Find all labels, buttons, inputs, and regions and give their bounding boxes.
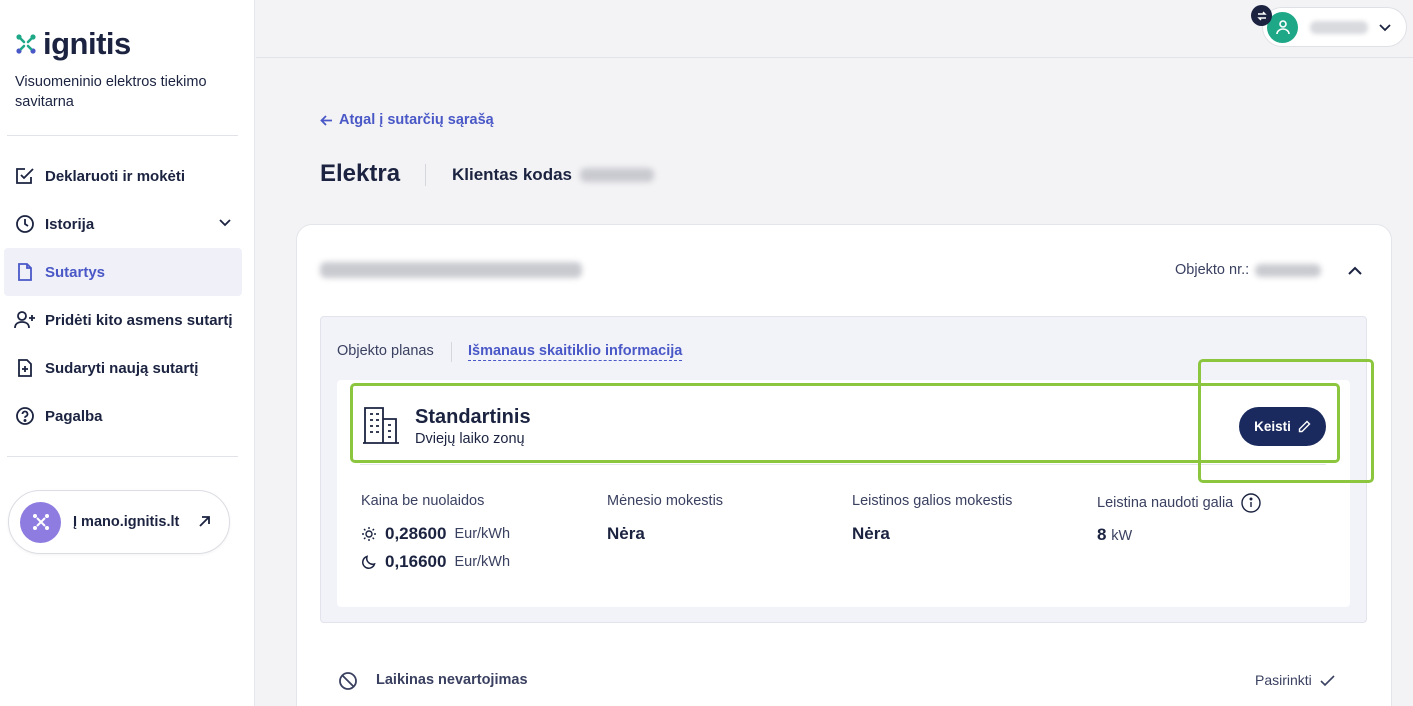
sidebar-item-prideti[interactable]: Pridėti kito asmens sutartį	[4, 296, 242, 344]
suspension-label: Laikinas nevartojimas	[376, 672, 528, 688]
sidebar-item-label: Istorija	[45, 215, 95, 233]
checkbox-edit-icon	[14, 165, 36, 187]
sidebar-item-label: Pridėti kito asmens sutartį	[45, 311, 233, 329]
info-icon[interactable]	[1241, 493, 1261, 513]
topbar	[256, 0, 1413, 58]
page-title: Elektra	[320, 160, 401, 187]
choose-label: Pasirinkti	[1255, 672, 1312, 688]
tab-object-plan[interactable]: Objekto planas	[337, 343, 434, 359]
arrow-left-icon	[320, 114, 332, 126]
sidebar-item-sudaryti[interactable]: Sudaryti naują sutartį	[4, 344, 242, 392]
sidebar-item-label: Pagalba	[45, 407, 103, 425]
user-menu[interactable]	[1262, 7, 1407, 47]
object-number: Objekto nr.:	[1175, 262, 1322, 278]
day-rate: 0,28600 Eur/kWh	[361, 524, 510, 544]
power-fee-value: Nėra	[852, 524, 890, 543]
check-icon	[1320, 674, 1335, 686]
sidebar: ignitis Visuomeninio elektros tiekimo sa…	[0, 0, 255, 706]
add-user-icon	[14, 309, 36, 331]
allowed-power-label: Leistina naudoti galia	[1097, 494, 1234, 511]
client-code-label: Klientas kodas	[452, 165, 572, 184]
chevron-down-icon[interactable]	[218, 215, 232, 229]
choose-suspension-button[interactable]: Pasirinkti	[1255, 672, 1335, 688]
object-address-redacted	[320, 262, 582, 278]
chevron-down-icon	[1379, 24, 1391, 32]
moon-icon	[362, 555, 376, 569]
ignitis-logo-icon	[16, 34, 36, 54]
allowed-power-number: 8	[1097, 525, 1107, 544]
ignitis-mark-icon	[20, 501, 61, 543]
monthly-fee-label: Mėnesio mokestis	[607, 493, 724, 509]
sidebar-item-label: Sudaryti naują sutartį	[45, 359, 199, 377]
document-icon	[14, 261, 36, 283]
mano-ignitis-link[interactable]: Į mano.ignitis.lt	[8, 490, 230, 554]
sun-icon	[362, 527, 376, 541]
sidebar-item-pagalba[interactable]: Pagalba	[4, 392, 242, 440]
monthly-fee-value: Nėra	[607, 524, 645, 543]
night-rate-value: 0,16600	[385, 552, 447, 571]
tab-divider	[451, 342, 452, 362]
user-icon	[1275, 20, 1290, 35]
sidebar-item-label: Sutartys	[45, 263, 106, 281]
allowed-power: Leistina naudoti galia	[1097, 493, 1261, 513]
object-number-redacted	[1255, 263, 1322, 277]
night-rate: 0,16600 Eur/kWh	[361, 552, 510, 572]
back-link-label: Atgal į sutarčių sąrašą	[339, 112, 494, 128]
tab-smart-meter-info[interactable]: Išmanaus skaitiklio informacija	[468, 343, 683, 361]
chevron-up-icon	[1348, 266, 1362, 275]
document-plus-icon	[14, 357, 36, 379]
ignitis-logo[interactable]: ignitis	[15, 26, 131, 62]
sidebar-item-deklaruoti[interactable]: Deklaruoti ir mokėti	[4, 152, 242, 200]
allowed-power-value: 8 kW	[1097, 525, 1132, 545]
sidebar-divider	[7, 135, 238, 136]
day-rate-value: 0,28600	[385, 524, 447, 543]
external-arrow-icon	[199, 516, 210, 527]
plan-divider	[360, 464, 1326, 465]
sidebar-item-label: Deklaruoti ir mokėti	[45, 167, 186, 185]
client-code-redacted	[580, 168, 654, 182]
help-icon	[14, 405, 36, 427]
user-name-redacted	[1310, 20, 1368, 34]
sidebar-item-istorija[interactable]: Istorija	[4, 200, 242, 248]
title-divider	[425, 164, 426, 186]
collapse-button[interactable]	[1344, 260, 1366, 282]
day-rate-unit: Eur/kWh	[454, 526, 511, 542]
highlight-plan-row	[350, 383, 1340, 463]
allowed-power-unit: kW	[1111, 528, 1133, 544]
price-label: Kaina be nuolaidos	[361, 493, 485, 509]
sidebar-divider	[7, 456, 238, 457]
mano-ignitis-label: Į mano.ignitis.lt	[73, 514, 180, 530]
highlight-change-button	[1198, 359, 1374, 483]
back-to-contracts-link[interactable]: Atgal į sutarčių sąrašą	[320, 112, 494, 128]
sidebar-item-sutartys[interactable]: Sutartys	[4, 248, 242, 296]
power-fee-label: Leistinos galios mokestis	[852, 493, 1013, 509]
switch-account-icon[interactable]	[1251, 5, 1272, 26]
portal-subtitle: Visuomeninio elektros tiekimo savitarna	[15, 74, 207, 110]
block-icon	[339, 672, 357, 690]
clock-icon	[14, 213, 36, 235]
night-rate-unit: Eur/kWh	[454, 554, 511, 570]
sidebar-nav: Deklaruoti ir mokėti Istorija Sutartys P…	[4, 152, 242, 440]
object-number-label: Objekto nr.:	[1175, 262, 1250, 278]
logo-text: ignitis	[43, 26, 131, 61]
client-code: Klientas kodas	[452, 165, 654, 185]
